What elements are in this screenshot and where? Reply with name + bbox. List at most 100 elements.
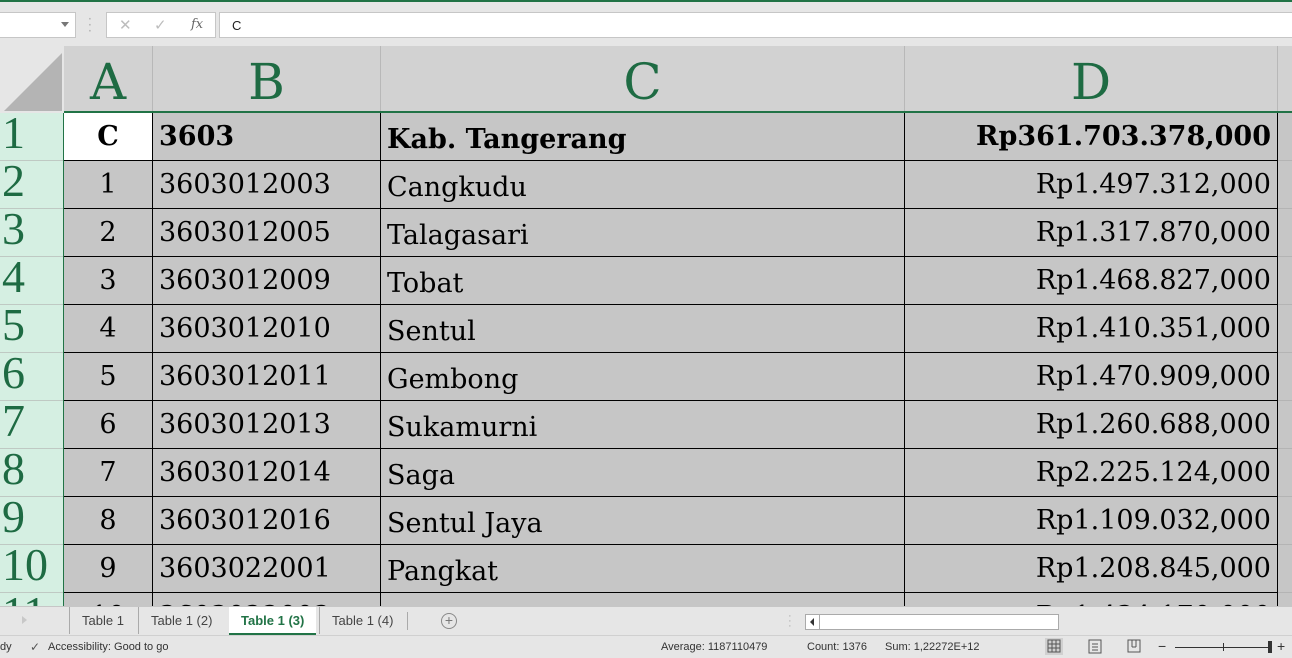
cell-a11[interactable]: 10: [64, 593, 153, 606]
cell-c5[interactable]: Sentul: [381, 305, 905, 353]
normal-view-button[interactable]: [1045, 638, 1063, 655]
cell-c6[interactable]: Gembong: [381, 353, 905, 401]
cell-e6[interactable]: [1278, 353, 1292, 401]
cell-d4[interactable]: Rp1.468.827,000: [905, 257, 1278, 305]
zoom-out-button[interactable]: −: [1158, 638, 1166, 654]
cell-e3[interactable]: [1278, 209, 1292, 257]
cell-c2[interactable]: Cangkudu: [381, 161, 905, 209]
chevron-down-icon[interactable]: [61, 22, 69, 27]
cell-e10[interactable]: [1278, 545, 1292, 593]
cell-d11[interactable]: Rp1.434.170,000: [905, 593, 1278, 606]
row-header[interactable]: 5: [0, 305, 63, 353]
column-header-c[interactable]: C: [381, 46, 905, 113]
cell-d9[interactable]: Rp1.109.032,000: [905, 497, 1278, 545]
cell-e1[interactable]: [1278, 113, 1292, 161]
cell-c10[interactable]: Pangkat: [381, 545, 905, 593]
cancel-icon[interactable]: ✕: [119, 16, 132, 34]
row-headers: 1 2 3 4 5 6 7 8 9 10 11: [0, 113, 64, 606]
row-header[interactable]: 10: [0, 545, 63, 593]
page-layout-view-button[interactable]: [1086, 638, 1104, 655]
sheet-tab-table-1-2[interactable]: Table 1 (2): [138, 607, 224, 634]
cell-d3[interactable]: Rp1.317.870,000: [905, 209, 1278, 257]
row-header[interactable]: 9: [0, 497, 63, 545]
row-header[interactable]: 7: [0, 401, 63, 449]
cell-e8[interactable]: [1278, 449, 1292, 497]
cell-a10[interactable]: 9: [64, 545, 153, 593]
cell-d2[interactable]: Rp1.497.312,000: [905, 161, 1278, 209]
cell-a8[interactable]: 7: [64, 449, 153, 497]
row-header[interactable]: 2: [0, 161, 63, 209]
cell-e4[interactable]: [1278, 257, 1292, 305]
row-header[interactable]: 1: [0, 113, 63, 161]
accessibility-icon[interactable]: ✓: [30, 640, 44, 654]
column-header-b[interactable]: B: [153, 46, 381, 113]
cell-b11[interactable]: 3603022002: [153, 593, 381, 606]
sheet-tab-table-1-4[interactable]: Table 1 (4): [319, 607, 405, 634]
cell-e7[interactable]: [1278, 401, 1292, 449]
cell-b9[interactable]: 3603012016: [153, 497, 381, 545]
cell-b5[interactable]: 3603012010: [153, 305, 381, 353]
cell-d8[interactable]: Rp2.225.124,000: [905, 449, 1278, 497]
status-sum[interactable]: Sum: 1,22272E+12: [885, 641, 980, 653]
cell-b1[interactable]: 3603: [153, 113, 381, 161]
cell-d6[interactable]: Rp1.470.909,000: [905, 353, 1278, 401]
cell-c3[interactable]: Talagasari: [381, 209, 905, 257]
cell-b10[interactable]: 3603022001: [153, 545, 381, 593]
cell-c1[interactable]: Kab. Tangerang: [381, 113, 905, 161]
scroll-tabs-right-icon[interactable]: [22, 616, 27, 624]
cell-a3[interactable]: 2: [64, 209, 153, 257]
status-average[interactable]: Average: 1187110479: [661, 641, 767, 653]
row-header[interactable]: 11: [0, 593, 63, 606]
row-header[interactable]: 3: [0, 209, 63, 257]
sheet-tab-table-1-3[interactable]: Table 1 (3): [229, 607, 317, 635]
cell-e2[interactable]: [1278, 161, 1292, 209]
cell-b3[interactable]: 3603012005: [153, 209, 381, 257]
cell-b4[interactable]: 3603012009: [153, 257, 381, 305]
zoom-slider-thumb[interactable]: [1268, 641, 1272, 653]
column-header-e[interactable]: [1278, 46, 1292, 113]
cell-a2[interactable]: 1: [64, 161, 153, 209]
cell-c11[interactable]: Pal: [381, 593, 905, 606]
cell-e11[interactable]: [1278, 593, 1292, 606]
formula-bar-splitter-icon[interactable]: · · ·: [88, 13, 92, 37]
cell-e9[interactable]: [1278, 497, 1292, 545]
zoom-in-button[interactable]: +: [1277, 638, 1285, 654]
enter-icon[interactable]: ✓: [154, 16, 167, 34]
select-all-button[interactable]: [0, 46, 64, 113]
cell-b2[interactable]: 3603012003: [153, 161, 381, 209]
column-header-a[interactable]: A: [64, 46, 153, 113]
cell-c7[interactable]: Sukamurni: [381, 401, 905, 449]
cell-b6[interactable]: 3603012011: [153, 353, 381, 401]
cell-d5[interactable]: Rp1.410.351,000: [905, 305, 1278, 353]
sheet-tab-table-1[interactable]: Table 1: [69, 607, 136, 634]
formula-input[interactable]: C: [219, 12, 1292, 38]
cell-b8[interactable]: 3603012014: [153, 449, 381, 497]
cell-c4[interactable]: Tobat: [381, 257, 905, 305]
horizontal-scrollbar[interactable]: [805, 614, 1059, 630]
accessibility-status[interactable]: Accessibility: Good to go: [48, 641, 168, 653]
cell-a9[interactable]: 8: [64, 497, 153, 545]
cell-a1[interactable]: C: [64, 113, 153, 161]
name-box[interactable]: [0, 12, 76, 38]
column-header-d[interactable]: D: [905, 46, 1278, 113]
cell-e5[interactable]: [1278, 305, 1292, 353]
cell-a7[interactable]: 6: [64, 401, 153, 449]
scroll-left-icon[interactable]: [810, 618, 814, 626]
cell-b7[interactable]: 3603012013: [153, 401, 381, 449]
row-header[interactable]: 8: [0, 449, 63, 497]
cell-a6[interactable]: 5: [64, 353, 153, 401]
scrollbar-splitter-icon[interactable]: · · ·: [788, 611, 792, 632]
insert-function-icon[interactable]: fx: [191, 17, 203, 32]
row-header[interactable]: 4: [0, 257, 63, 305]
cell-c8[interactable]: Saga: [381, 449, 905, 497]
page-break-view-button[interactable]: [1125, 638, 1143, 655]
cell-d7[interactable]: Rp1.260.688,000: [905, 401, 1278, 449]
add-sheet-icon[interactable]: +: [441, 613, 457, 629]
cell-d1[interactable]: Rp361.703.378,000: [905, 113, 1278, 161]
cell-a5[interactable]: 4: [64, 305, 153, 353]
row-header[interactable]: 6: [0, 353, 63, 401]
cell-a4[interactable]: 3: [64, 257, 153, 305]
cell-d10[interactable]: Rp1.208.845,000: [905, 545, 1278, 593]
cell-c9[interactable]: Sentul Jaya: [381, 497, 905, 545]
status-count[interactable]: Count: 1376: [807, 641, 867, 653]
